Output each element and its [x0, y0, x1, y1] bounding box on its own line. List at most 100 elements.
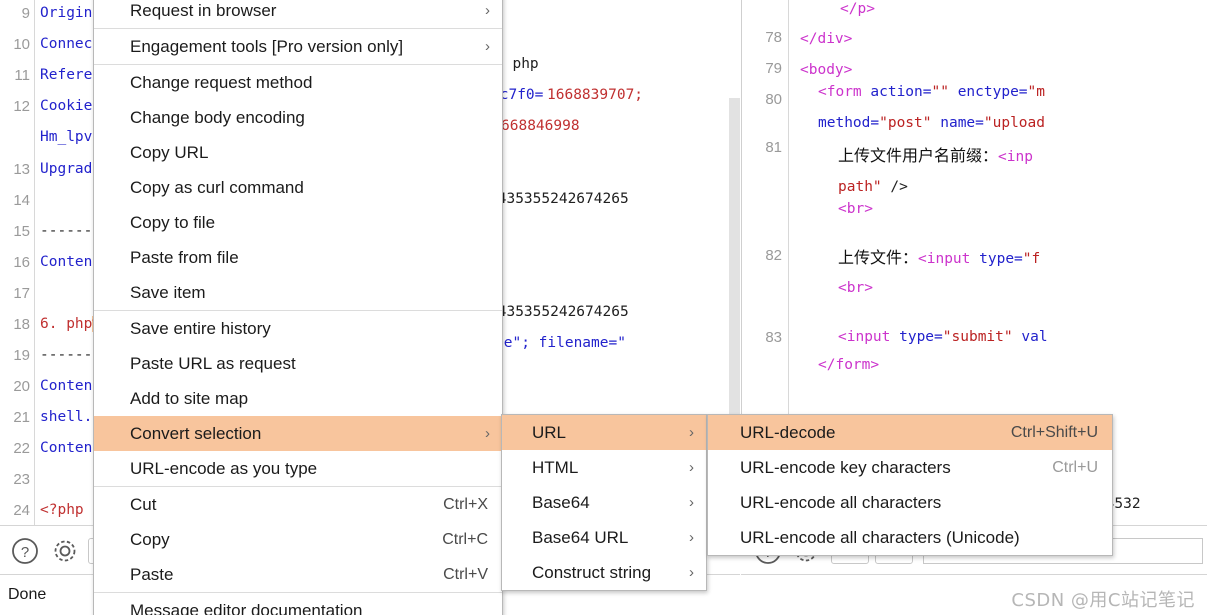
menu-item-label: URL-encode as you type — [130, 459, 318, 478]
menu-item-label: Message editor documentation — [130, 601, 363, 615]
menu-item[interactable]: Save item — [94, 275, 502, 310]
menu-item-label: Request in browser — [130, 1, 277, 20]
menu-item[interactable]: Save entire history — [94, 311, 502, 346]
html-code-line: method="post" name="upload — [818, 115, 1045, 131]
line-number: 23 — [13, 471, 30, 488]
menu-item[interactable]: Copy Ctrl+C — [94, 522, 502, 557]
help-circle-icon[interactable]: ? — [10, 536, 40, 566]
chevron-right-icon: › — [689, 564, 694, 581]
menu-item-label: Change body encoding — [130, 108, 305, 127]
code-fragment: 1668839707; — [547, 87, 644, 103]
html-code-line: </form> — [818, 357, 880, 373]
menu-item[interactable]: Copy URL — [94, 135, 502, 170]
menu-item-label: Copy as curl command — [130, 178, 304, 197]
html-code-line: path" /> — [838, 179, 908, 195]
menu-item[interactable]: Convert selection › — [94, 416, 502, 451]
menu-item-label: Copy URL — [130, 143, 209, 162]
screenshot-root: 910111213141516171819202122232425 Origin… — [0, 0, 1207, 615]
code-line: <?php — [40, 502, 84, 518]
url-conversion-submenu[interactable]: URL-decode Ctrl+Shift+U URL-encode key cha… — [707, 414, 1113, 556]
html-code-line: </p> — [840, 1, 875, 17]
chevron-right-icon: › — [689, 424, 694, 441]
menu-item[interactable]: URL-encode all characters — [708, 485, 1112, 520]
code-line: 6. php% — [40, 316, 102, 332]
menu-item[interactable]: Cut Ctrl+X — [94, 487, 502, 522]
menu-item[interactable]: URL-decode Ctrl+Shift+U — [708, 415, 1112, 450]
watermark-text: CSDN @用C站记笔记 — [1011, 590, 1195, 611]
menu-item-label: Add to site map — [130, 389, 249, 408]
right-line-number: 81 — [765, 139, 782, 156]
code-line: Connec — [40, 36, 93, 52]
menu-item[interactable]: Message editor documentation — [94, 593, 502, 615]
line-number: 14 — [13, 192, 30, 209]
menu-item[interactable]: Base64 URL › — [502, 520, 706, 555]
right-line-number: 83 — [765, 329, 782, 346]
menu-item-label: Base64 URL — [532, 528, 629, 547]
line-number: 17 — [13, 285, 30, 302]
menu-item-label: URL-encode key characters — [740, 458, 951, 477]
menu-item[interactable]: Request in browser › — [94, 0, 502, 28]
menu-item-label: Save entire history — [130, 319, 271, 338]
line-number: 13 — [13, 161, 30, 178]
convert-selection-submenu[interactable]: URL › HTML › Base64 › Base64 URL › Construct str… — [501, 414, 707, 591]
menu-item-label: URL-decode — [740, 423, 836, 442]
menu-item[interactable]: Copy to file — [94, 205, 502, 240]
menu-item[interactable]: Engagement tools [Pro version only] › — [94, 29, 502, 64]
menu-item[interactable]: Add to site map — [94, 381, 502, 416]
right-line-number: 79 — [765, 60, 782, 77]
code-fragment: 668846998 — [501, 118, 580, 134]
line-number: 9 — [21, 5, 30, 22]
line-number: 12 — [13, 98, 30, 115]
gear-icon[interactable] — [50, 536, 80, 566]
menu-item-shortcut: Ctrl+Shift+U — [1010, 424, 1098, 441]
context-menu[interactable]: Request in browser › Engagement tools [Pro… — [93, 0, 503, 615]
menu-item-shortcut: Ctrl+C — [442, 531, 488, 548]
menu-item[interactable]: Construct string › — [502, 555, 706, 590]
html-code-line: 上传文件用户名前缀：<inp — [838, 146, 1033, 165]
code-line: Refere — [40, 67, 93, 83]
menu-item-label: HTML — [532, 458, 579, 477]
code-line: Conten — [40, 254, 93, 270]
html-code-line: 上传文件：<input type="f — [838, 248, 1041, 267]
menu-item-label: Cut — [130, 495, 157, 514]
left-line-number-gutter: 910111213141516171819202122232425 — [0, 0, 35, 535]
html-code-line: <br> — [838, 201, 873, 217]
menu-item[interactable]: Change body encoding — [94, 100, 502, 135]
code-line: Upgrad — [40, 161, 93, 177]
code-line: ------ — [40, 347, 93, 363]
code-fragment: le"; filename=" — [495, 335, 626, 351]
line-number: 15 — [13, 223, 30, 240]
menu-item[interactable]: URL › — [502, 415, 706, 450]
menu-item[interactable]: URL-encode all characters (Unicode) — [708, 520, 1112, 555]
menu-item-label: Construct string — [532, 563, 652, 582]
menu-item[interactable]: HTML › — [502, 450, 706, 485]
menu-item-label: Paste URL as request — [130, 354, 296, 373]
html-code-line: <body> — [800, 62, 853, 78]
line-number: 22 — [13, 440, 30, 457]
line-number: 18 — [13, 316, 30, 333]
chevron-right-icon: › — [485, 2, 490, 19]
right-line-number: 82 — [765, 247, 782, 264]
menu-item[interactable]: URL-encode key characters Ctrl+U — [708, 450, 1112, 485]
menu-item[interactable]: Change request method — [94, 65, 502, 100]
menu-item[interactable]: Copy as curl command — [94, 170, 502, 205]
menu-item[interactable]: URL-encode as you type — [94, 451, 502, 486]
code-line: Hm_lpv — [40, 129, 93, 145]
status-text: Done — [8, 586, 47, 603]
menu-item[interactable]: Base64 › — [502, 485, 706, 520]
menu-item[interactable]: Paste from file — [94, 240, 502, 275]
right-line-number: 78 — [765, 29, 782, 46]
html-code-line: <input type="submit" val — [838, 329, 1048, 345]
menu-item-label: Copy to file — [130, 213, 216, 232]
menu-item-label: Save item — [130, 283, 206, 302]
menu-item[interactable]: Paste Ctrl+V — [94, 557, 502, 592]
menu-item[interactable]: Paste URL as request — [94, 346, 502, 381]
code-line: shell. — [40, 409, 93, 425]
line-number: 20 — [13, 378, 30, 395]
code-fragment: 4435355242674265 — [495, 191, 629, 207]
menu-item-label: Paste — [130, 565, 174, 584]
code-line: Origin — [40, 5, 93, 21]
chevron-right-icon: › — [485, 38, 490, 55]
html-code-line: <form action="" enctype="m — [818, 84, 1046, 100]
menu-item-shortcut: Ctrl+U — [1052, 459, 1098, 476]
